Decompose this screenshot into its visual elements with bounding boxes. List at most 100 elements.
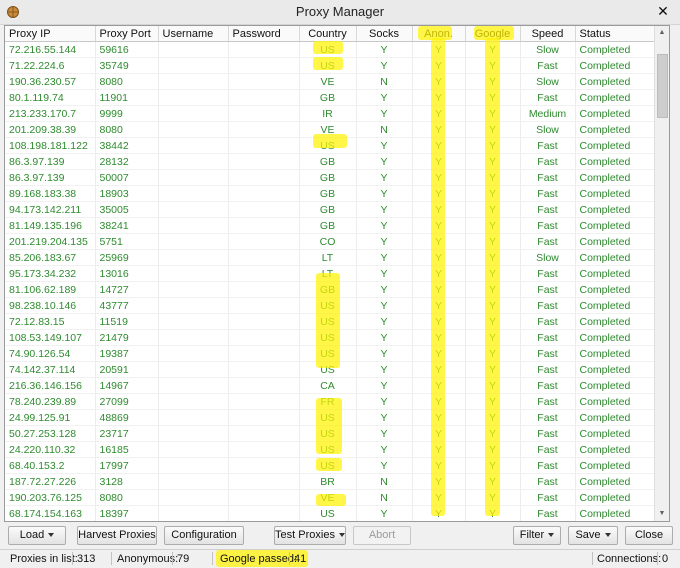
cell-country: LT <box>299 249 357 266</box>
scroll-down-icon[interactable]: ▼ <box>655 507 669 521</box>
column-header-password[interactable]: Password <box>228 26 300 42</box>
close-button[interactable]: Close <box>625 526 673 545</box>
table-row[interactable]: 85.206.183.6725969LTYYYSlowCompleted <box>5 249 669 266</box>
title-bar: Proxy Manager ✕ <box>0 0 680 25</box>
table-row[interactable]: 68.174.154.16318397USYYYFastCompleted <box>5 505 669 521</box>
cell-proxy-port: 16185 <box>95 441 159 458</box>
table-row[interactable]: 187.72.27.2263128BRNYYFastCompleted <box>5 473 669 490</box>
column-header-country[interactable]: Country <box>299 26 357 42</box>
table-row[interactable]: 94.173.142.21135005GBYYYFastCompleted <box>5 201 669 218</box>
table-row[interactable]: 190.121.230.58000VENYYFastCompleted <box>5 522 669 523</box>
cell-password <box>228 441 300 458</box>
scroll-thumb[interactable] <box>657 54 668 118</box>
cell-username <box>158 329 229 346</box>
google-passed-value: 41 <box>294 553 307 565</box>
cell-proxy-port: 18397 <box>95 505 159 521</box>
cell-username <box>158 57 229 74</box>
table-row[interactable]: 216.36.146.15614967CAYYYFastCompleted <box>5 377 669 394</box>
cell-proxy-ip: 74.142.37.114 <box>5 361 96 378</box>
table-row[interactable]: 80.1.119.7411901GBYYYFastCompleted <box>5 89 669 106</box>
cell-username <box>158 153 229 170</box>
cell-password <box>228 425 300 442</box>
cell-proxy-port: 19387 <box>95 345 159 362</box>
load-button[interactable]: Load <box>8 526 66 545</box>
scroll-up-icon[interactable]: ▲ <box>655 26 669 40</box>
highlight-mark <box>316 458 342 471</box>
column-header-username[interactable]: Username <box>158 26 229 42</box>
cell-proxy-port: 9999 <box>95 105 159 122</box>
table-row[interactable]: 86.3.97.13950007GBYYYFastCompleted <box>5 169 669 186</box>
table-row[interactable]: 213.233.170.79999IRYYYMediumCompleted <box>5 105 669 122</box>
cell-country: BR <box>299 473 357 490</box>
cell-speed: Fast <box>520 409 576 426</box>
cell-proxy-port: 23717 <box>95 425 159 442</box>
cell-speed: Medium <box>520 105 576 122</box>
cell-password <box>228 249 300 266</box>
cell-proxy-ip: 108.198.181.122 <box>5 137 96 154</box>
cell-speed: Slow <box>520 73 576 90</box>
anonymous-label: Anonymous: <box>117 553 179 565</box>
column-header-proxy-port[interactable]: Proxy Port <box>95 26 159 42</box>
cell-socks: Y <box>356 217 413 234</box>
table-row[interactable]: 190.36.230.578080VENYYSlowCompleted <box>5 73 669 90</box>
cell-speed: Fast <box>520 217 576 234</box>
cell-username <box>158 522 228 523</box>
cell-proxy-ip: 71.22.224.6 <box>5 57 96 74</box>
cell-password <box>228 473 300 490</box>
cell-proxy-ip: 72.12.83.15 <box>5 313 96 330</box>
cell-password <box>228 345 300 362</box>
cell-speed: Fast <box>520 169 576 186</box>
cell-socks: N <box>356 473 413 490</box>
cell-proxy-ip: 95.173.34.232 <box>5 265 96 282</box>
table-row[interactable]: 81.149.135.19638241GBYYYFastCompleted <box>5 217 669 234</box>
cell-proxy-port: 8080 <box>95 121 159 138</box>
column-header-proxy-ip[interactable]: Proxy IP <box>5 26 96 42</box>
cell-password <box>228 313 300 330</box>
cell-speed: Fast <box>520 281 576 298</box>
connections-value: 0 <box>662 553 669 565</box>
highlight-mark <box>313 57 343 70</box>
cell-socks: Y <box>356 153 413 170</box>
cell-password <box>228 41 300 58</box>
cell-proxy-port: 50007 <box>95 169 159 186</box>
table-row[interactable]: 86.3.97.13928132GBYYYFastCompleted <box>5 153 669 170</box>
cell-speed: Fast <box>520 153 576 170</box>
table-row[interactable]: 89.168.183.3818903GBYYYFastCompleted <box>5 185 669 202</box>
cell-proxy-port: 8080 <box>95 489 159 506</box>
test-proxies-button[interactable]: Test Proxies <box>274 526 346 545</box>
cell-socks: Y <box>356 89 413 106</box>
cell-socks: Y <box>356 361 413 378</box>
configuration-button[interactable]: Configuration <box>164 526 244 545</box>
cell-socks: Y <box>356 233 413 250</box>
cell-proxy-ip: 201.209.38.39 <box>5 121 96 138</box>
chevron-down-icon <box>604 533 611 538</box>
cell-proxy-port: 21479 <box>95 329 159 346</box>
cell-anon: Y <box>412 522 465 523</box>
proxy-table[interactable]: Proxy IP Proxy Port Username Password Countr… <box>4 25 670 522</box>
cell-password <box>228 185 300 202</box>
column-header-socks[interactable]: Socks <box>356 26 413 42</box>
highlight-mark <box>313 41 343 54</box>
cell-speed: Fast <box>520 329 576 346</box>
harvest-proxies-button[interactable]: Harvest Proxies <box>77 526 157 545</box>
cell-country: CA <box>299 377 357 394</box>
cell-password <box>228 265 300 282</box>
cell-socks: Y <box>356 185 413 202</box>
cell-proxy-ip: 85.206.183.67 <box>5 249 96 266</box>
cell-proxy-ip: 81.149.135.196 <box>5 217 96 234</box>
table-header: Proxy IP Proxy Port Username Password Countr… <box>5 26 669 42</box>
close-icon[interactable]: ✕ <box>646 0 680 24</box>
cell-socks: N <box>356 489 413 506</box>
cell-speed: Fast <box>520 265 576 282</box>
table-row[interactable]: 201.219.204.1355751COYYYFastCompleted <box>5 233 669 250</box>
chevron-down-icon <box>548 533 555 538</box>
cell-socks: Y <box>356 393 413 410</box>
cell-username <box>158 441 229 458</box>
vertical-scrollbar[interactable]: ▲ ▼ <box>654 26 669 521</box>
save-button[interactable]: Save <box>568 526 618 545</box>
filter-button[interactable]: Filter <box>513 526 561 545</box>
cell-username <box>158 169 229 186</box>
load-button-label: Load <box>19 529 45 541</box>
cell-country: IR <box>299 105 357 122</box>
column-header-speed[interactable]: Speed <box>520 26 576 42</box>
